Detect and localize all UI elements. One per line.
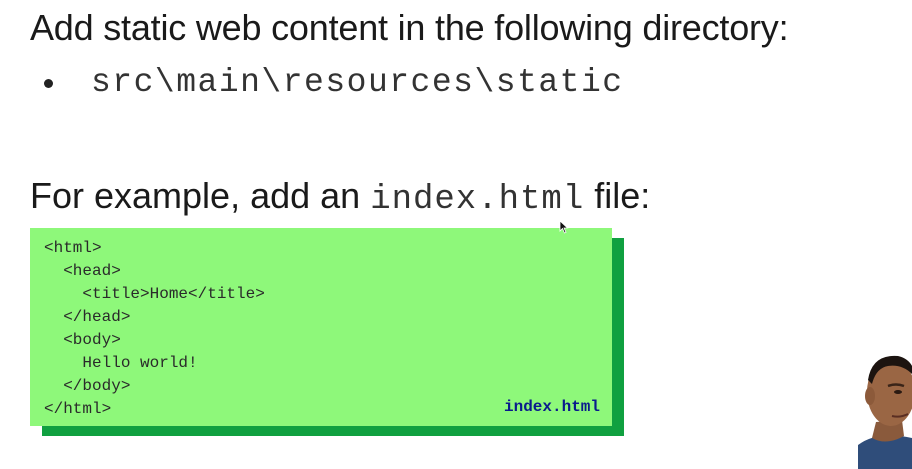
heading-example-filename: index.html bbox=[370, 181, 585, 219]
slide-heading-example: For example, add an index.html file: bbox=[30, 174, 650, 222]
presenter-video-thumbnail bbox=[858, 355, 912, 469]
bullet-dot-icon bbox=[44, 78, 53, 88]
bullet-item-path: src\main\resources\static bbox=[44, 62, 624, 104]
mouse-pointer-icon bbox=[559, 220, 569, 234]
code-line: <html> bbox=[44, 239, 102, 257]
code-line: Hello world! bbox=[44, 354, 198, 372]
code-line: </body> bbox=[44, 377, 131, 395]
code-file-label: index.html bbox=[503, 398, 600, 416]
code-line: <body> bbox=[44, 331, 121, 349]
heading-example-suffix: file: bbox=[594, 175, 651, 216]
code-line: <head> bbox=[44, 262, 121, 280]
code-block: <html> <head> <title>Home</title> </head… bbox=[30, 228, 612, 426]
code-line: <title>Home</title> bbox=[44, 285, 265, 303]
static-path-text: src\main\resources\static bbox=[91, 64, 624, 101]
code-line: </head> bbox=[44, 308, 131, 326]
heading-example-prefix: For example, add an bbox=[30, 175, 361, 216]
slide-heading-directory: Add static web content in the following … bbox=[30, 7, 789, 48]
